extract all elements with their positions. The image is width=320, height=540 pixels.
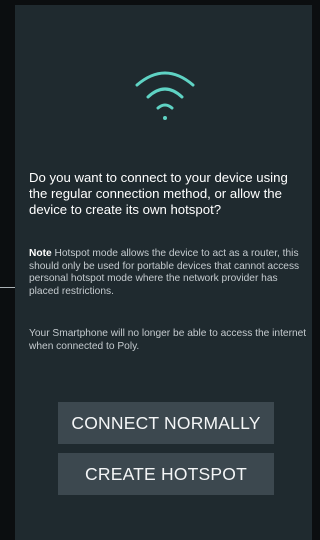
screen: Do you want to connect to your device us… [0,0,312,540]
divider-line [0,287,15,288]
connection-question: Do you want to connect to your device us… [29,170,288,217]
internet-warning: Your Smartphone will no longer be able t… [29,328,307,352]
hotspot-note: Note Hotspot mode allows the device to a… [29,248,309,298]
wifi-icon [135,71,195,120]
connect-normally-button[interactable]: CONNECT NORMALLY [58,402,274,444]
create-hotspot-button[interactable]: CREATE HOTSPOT [58,453,274,495]
hotspot-dialog: Do you want to connect to your device us… [15,5,312,540]
note-label: Note [29,248,52,259]
note-text: Hotspot mode allows the device to act as… [29,248,300,297]
